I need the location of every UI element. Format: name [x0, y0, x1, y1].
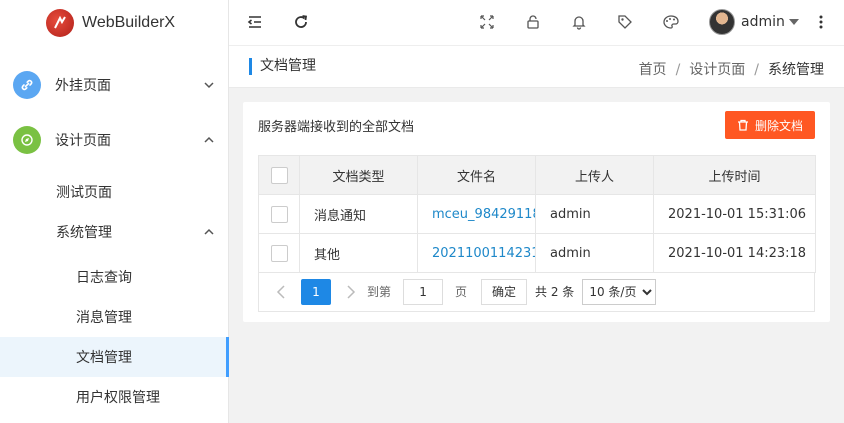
trash-icon — [737, 119, 748, 131]
breadcrumb-design-pages[interactable]: 设计页面 — [689, 62, 745, 78]
documents-table: 文档类型 文件名 上传人 上传时间 消息通知 mceu_98429118 adm… — [258, 155, 816, 273]
cell-uploader: admin — [535, 233, 654, 273]
sidebar-item-label: 消息管理 — [76, 310, 132, 326]
sidebar: WebBuilderX 外挂页面 设计页面 测试页面 系统管理 日志查询 消息管… — [0, 0, 229, 423]
breadcrumb-system-management: 系统管理 — [768, 62, 824, 78]
webbuilder-logo-icon — [46, 9, 74, 37]
theme-palette-icon[interactable] — [661, 12, 681, 32]
sidebar-item-test-page[interactable]: 测试页面 — [0, 172, 229, 212]
table-header-row: 文档类型 文件名 上传人 上传时间 — [258, 155, 816, 195]
delete-document-label: 删除文档 — [754, 118, 803, 133]
sidebar-item-label: 文档管理 — [76, 350, 132, 366]
goto-page-input[interactable] — [403, 278, 444, 305]
tag-icon[interactable] — [615, 12, 635, 32]
next-page-icon[interactable] — [341, 282, 361, 302]
select-all-cell — [258, 155, 300, 195]
goto-label: 到第 — [367, 285, 392, 299]
row-select-cell — [258, 233, 300, 273]
page-number-current[interactable]: 1 — [301, 278, 331, 305]
cell-filename-link[interactable]: mceu_98429118 — [417, 194, 536, 234]
cell-type: 消息通知 — [299, 194, 418, 234]
refresh-icon[interactable] — [291, 12, 311, 32]
sidebar-item-external-pages[interactable]: 外挂页面 — [0, 63, 229, 107]
select-all-checkbox[interactable] — [270, 166, 288, 184]
goto-confirm-button[interactable]: 确定 — [481, 278, 528, 305]
lock-icon[interactable] — [523, 12, 543, 32]
cell-type: 其他 — [299, 233, 418, 273]
username: admin — [741, 14, 785, 30]
user-menu[interactable]: admin — [709, 9, 800, 35]
sidebar-item-label: 设计页面 — [55, 133, 111, 149]
avatar — [709, 9, 735, 35]
page-title: 文档管理 — [249, 58, 316, 75]
sidebar-item-label: 系统管理 — [56, 225, 112, 241]
sidebar-item-message-management[interactable]: 消息管理 — [0, 297, 229, 337]
chevron-up-icon — [204, 228, 214, 235]
prev-page-icon[interactable] — [271, 282, 291, 302]
sidebar-item-label: 日志查询 — [76, 270, 132, 286]
cell-filename-link[interactable]: 20211001142318 — [417, 233, 536, 273]
page-size-select[interactable]: 10 条/页 — [582, 278, 657, 305]
collapse-menu-icon[interactable] — [245, 12, 265, 32]
sidebar-item-label: 用户权限管理 — [76, 390, 160, 406]
pagination: 1 到第 页 确定 共 2 条 10 条/页 — [258, 272, 815, 312]
breadcrumb-home[interactable]: 首页 — [639, 62, 667, 78]
logo: WebBuilderX — [0, 0, 228, 46]
sidebar-item-label: 测试页面 — [56, 185, 112, 201]
row-select-cell — [258, 194, 300, 234]
top-header: admin — [229, 0, 844, 46]
page-unit-label: 页 — [455, 285, 468, 299]
compass-icon — [13, 126, 41, 154]
delete-document-button[interactable]: 删除文档 — [724, 111, 815, 139]
total-count: 共 2 条 — [535, 285, 575, 299]
table-row[interactable]: 消息通知 mceu_98429118 admin 2021-10-01 15:3… — [258, 194, 816, 234]
link-icon — [13, 71, 41, 99]
column-header-filename[interactable]: 文件名 — [417, 155, 536, 195]
cell-upload-time: 2021-10-01 14:23:18 — [653, 233, 816, 273]
cell-uploader: admin — [535, 194, 654, 234]
chevron-up-icon — [204, 136, 214, 143]
fullscreen-icon[interactable] — [477, 12, 497, 32]
chevron-down-icon — [204, 82, 214, 89]
sidebar-item-document-management[interactable]: 文档管理 — [0, 337, 229, 377]
breadcrumb: 首页 / 设计页面 / 系统管理 — [638, 62, 824, 78]
sidebar-item-permission-management[interactable]: 用户权限管理 — [0, 377, 229, 417]
column-header-uploader[interactable]: 上传人 — [535, 155, 654, 195]
page-header: 文档管理 首页 / 设计页面 / 系统管理 — [229, 46, 844, 88]
sidebar-item-log-query[interactable]: 日志查询 — [0, 257, 229, 297]
row-checkbox[interactable] — [270, 244, 288, 262]
sidebar-item-design-pages[interactable]: 设计页面 — [0, 118, 229, 162]
column-header-upload-time[interactable]: 上传时间 — [653, 155, 816, 195]
bell-icon[interactable] — [569, 12, 589, 32]
caret-down-icon — [788, 19, 799, 25]
cell-upload-time: 2021-10-01 15:31:06 — [653, 194, 816, 234]
sidebar-item-label: 外挂页面 — [55, 78, 111, 94]
app-title: WebBuilderX — [82, 14, 176, 31]
sidebar-item-system-management[interactable]: 系统管理 — [0, 212, 229, 252]
table-row[interactable]: 其他 20211001142318 admin 2021-10-01 14:23… — [258, 233, 816, 273]
documents-card: 服务器端接收到的全部文档 删除文档 文档类型 文件名 上传人 上传时间 消息通知… — [243, 102, 830, 322]
row-checkbox[interactable] — [270, 205, 288, 223]
card-title: 服务器端接收到的全部文档 — [258, 120, 415, 135]
more-vertical-icon[interactable] — [811, 12, 831, 32]
column-header-type[interactable]: 文档类型 — [299, 155, 418, 195]
